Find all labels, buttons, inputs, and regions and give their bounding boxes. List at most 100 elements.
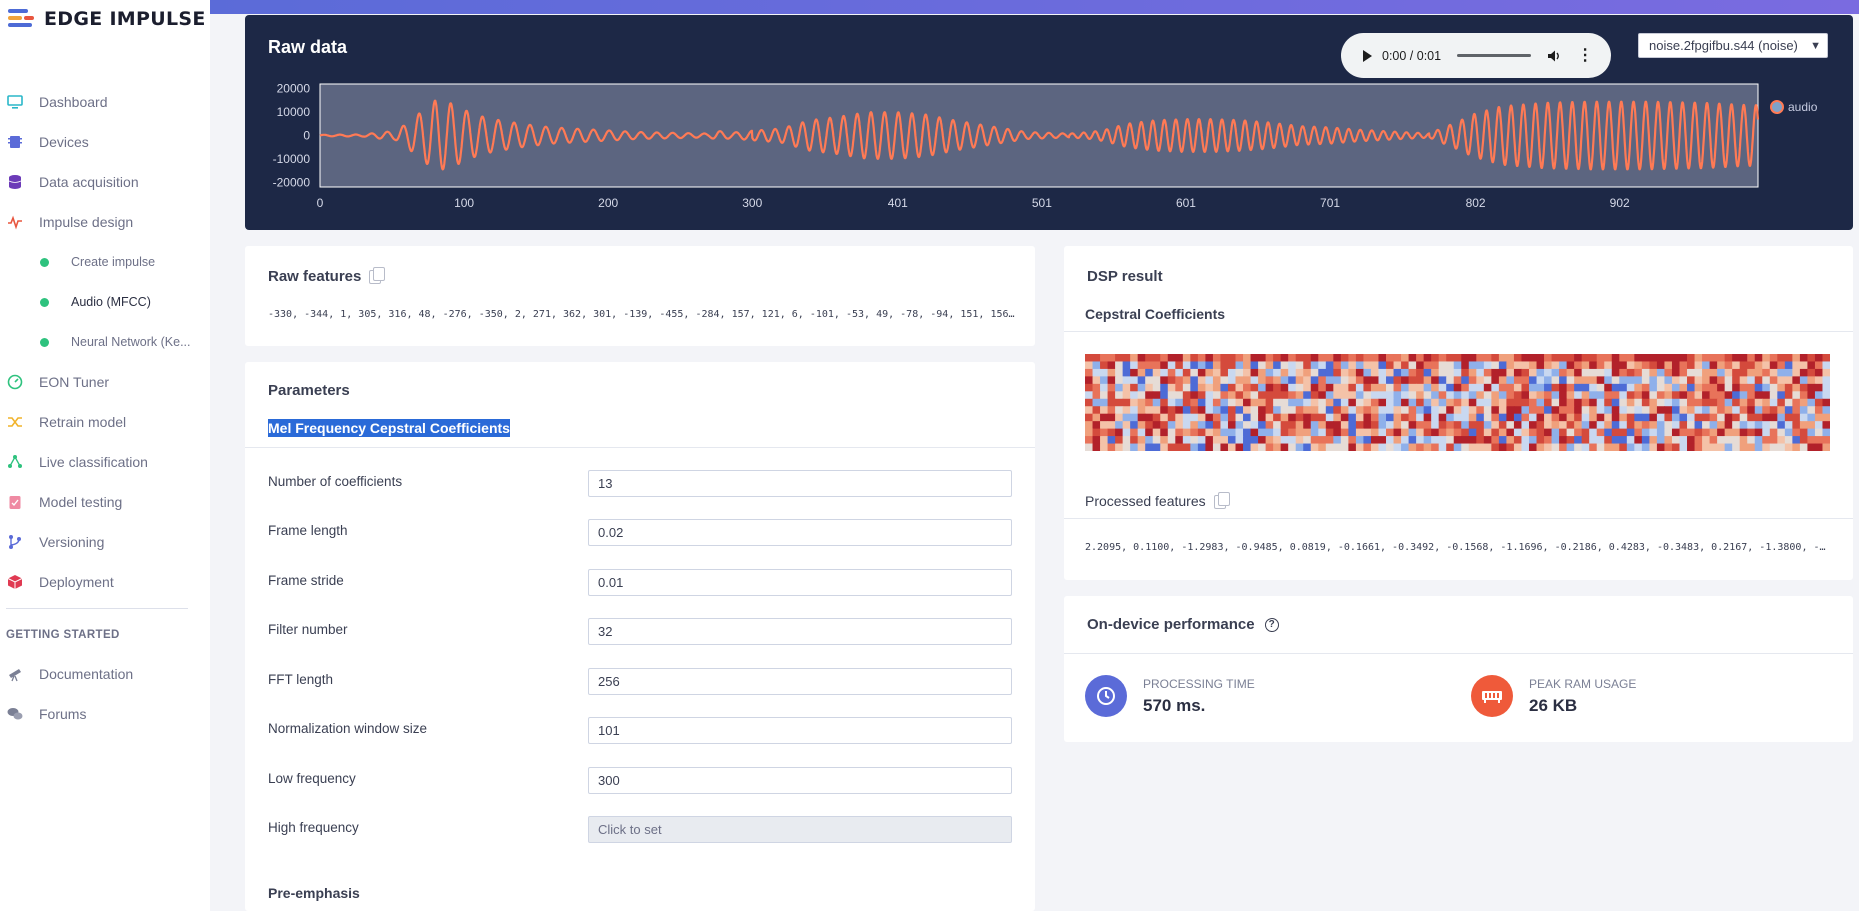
heatmap-cell <box>1152 406 1161 415</box>
heatmap-cell <box>1559 361 1568 370</box>
heatmap-cell <box>1438 443 1447 451</box>
heatmap-cell <box>1656 436 1666 445</box>
heatmap-cell <box>1461 421 1470 430</box>
heatmap-cell <box>1822 361 1830 370</box>
heatmap-cell <box>1566 354 1575 363</box>
nav-eon-tuner[interactable]: EON Tuner <box>0 362 210 402</box>
heatmap-cell <box>1649 376 1658 385</box>
nav-model-testing[interactable]: Model testing <box>0 482 210 522</box>
heatmap-cell <box>1378 421 1387 430</box>
logo[interactable]: EDGE IMPULSE <box>8 8 206 30</box>
performance-title-text: On-device performance <box>1087 616 1255 633</box>
heatmap-cell <box>1769 391 1778 400</box>
filter-number-input[interactable]: 32 <box>588 618 1012 645</box>
heatmap-cell <box>1205 406 1214 415</box>
raw-features-title-text: Raw features <box>268 268 362 285</box>
fft-length-input[interactable]: 256 <box>588 668 1012 695</box>
nav-forums[interactable]: Forums <box>0 694 210 734</box>
heatmap-cell <box>1152 436 1161 445</box>
nav-dashboard[interactable]: Dashboard <box>0 82 210 122</box>
heatmap-cell <box>1190 406 1199 415</box>
heatmap-cell <box>1401 398 1410 407</box>
sidebar: EDGE IMPULSE Dashboard Devices Data acqu… <box>0 0 210 911</box>
heatmap-cell <box>1363 368 1372 377</box>
heatmap-cell <box>1280 443 1289 451</box>
number-of-coefficients-input[interactable]: 13 <box>588 470 1012 497</box>
heatmap-cell <box>1130 368 1139 377</box>
heatmap-cell <box>1461 436 1470 445</box>
nav-sub-audio-mfcc[interactable]: Audio (MFCC) <box>0 282 210 322</box>
nav-label: Forums <box>39 706 87 722</box>
heatmap-cell <box>1340 354 1349 363</box>
heatmap-cell <box>1333 391 1342 400</box>
heatmap-cell <box>1506 428 1515 437</box>
heatmap-cell <box>1468 443 1477 451</box>
high-frequency-input[interactable]: Click to set <box>588 816 1012 843</box>
help-icon[interactable]: ? <box>1264 618 1279 633</box>
normalization-window-input[interactable]: 101 <box>588 717 1012 744</box>
nav-sub-neural-network[interactable]: Neural Network (Ke... <box>0 322 210 362</box>
heatmap-cell <box>1544 398 1553 407</box>
nav-documentation[interactable]: Documentation <box>0 654 210 694</box>
copy-icon[interactable] <box>369 267 386 285</box>
heatmap-cell <box>1431 398 1440 407</box>
heatmap-cell <box>1325 376 1334 385</box>
heatmap-cell <box>1145 383 1154 392</box>
heatmap-cell <box>1258 428 1267 437</box>
nav-versioning[interactable]: Versioning <box>0 522 210 562</box>
frame-stride-input[interactable]: 0.01 <box>588 569 1012 596</box>
heatmap-cell <box>1122 413 1131 422</box>
nav-devices[interactable]: Devices <box>0 122 210 162</box>
raw-data-panel: Raw data 0:00 / 0:01 ⋮ noise.2fpgifbu.s4… <box>245 15 1853 230</box>
heatmap-cell <box>1649 413 1658 422</box>
heatmap-cell <box>1333 421 1342 430</box>
nav-retrain-model[interactable]: Retrain model <box>0 402 210 442</box>
heatmap-cell <box>1265 413 1274 422</box>
heatmap-cell <box>1085 421 1094 430</box>
heatmap-cell <box>1814 383 1824 392</box>
heatmap-cell <box>1709 413 1718 422</box>
heatmap-cell <box>1656 413 1666 422</box>
heatmap-cell <box>1513 361 1523 370</box>
heatmap-cell <box>1551 428 1560 437</box>
nav-live-classification[interactable]: Live classification <box>0 442 210 482</box>
heatmap-cell <box>1694 391 1703 400</box>
heatmap-cell <box>1559 391 1568 400</box>
frame-length-input[interactable]: 0.02 <box>588 519 1012 546</box>
heatmap-cell <box>1273 368 1282 377</box>
heatmap-cell <box>1130 376 1139 385</box>
heatmap-cell <box>1408 361 1417 370</box>
heatmap-cell <box>1694 398 1703 407</box>
heatmap-cell <box>1092 413 1101 422</box>
heatmap-cell <box>1604 436 1613 445</box>
heatmap-cell <box>1130 428 1139 437</box>
copy-icon[interactable] <box>1213 492 1230 510</box>
nav-impulse-design[interactable]: Impulse design <box>0 202 210 242</box>
chart-legend[interactable]: audio <box>1770 100 1817 114</box>
heatmap-cell <box>1115 361 1124 370</box>
heatmap-cell <box>1822 376 1830 385</box>
heatmap-cell <box>1243 361 1252 370</box>
heatmap-cell <box>1656 383 1666 392</box>
heatmap-cell <box>1769 368 1778 377</box>
nav-label: Impulse design <box>39 214 134 230</box>
low-frequency-input[interactable]: 300 <box>588 767 1012 794</box>
heatmap-cell <box>1273 421 1282 430</box>
heatmap-cell <box>1092 406 1101 415</box>
heatmap-cell <box>1717 383 1726 392</box>
heatmap-cell <box>1370 428 1380 437</box>
heatmap-cell <box>1370 421 1380 430</box>
nav-sub-create-impulse[interactable]: Create impulse <box>0 242 210 282</box>
heatmap-cell <box>1197 354 1207 363</box>
peak-ram-value: 26 KB <box>1529 696 1578 715</box>
nav-deployment[interactable]: Deployment <box>0 562 210 602</box>
heatmap-cell <box>1318 428 1327 437</box>
heatmap-cell <box>1513 368 1523 377</box>
heatmap-cell <box>1619 368 1628 377</box>
heatmap-cell <box>1641 406 1650 415</box>
heatmap-cell <box>1431 436 1440 445</box>
nav-data-acquisition[interactable]: Data acquisition <box>0 162 210 202</box>
heatmap-cell <box>1604 391 1613 400</box>
heatmap-cell <box>1626 421 1635 430</box>
heatmap-cell <box>1235 398 1244 407</box>
